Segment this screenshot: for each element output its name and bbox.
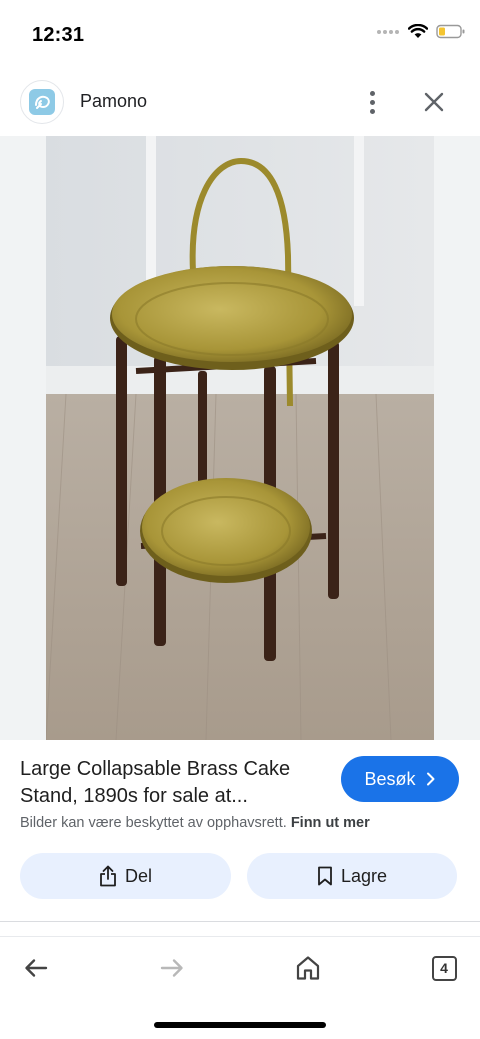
home-button[interactable] (292, 952, 324, 984)
product-image[interactable] (46, 136, 434, 740)
home-indicator (154, 1022, 326, 1028)
close-icon[interactable] (420, 88, 448, 116)
tabs-button[interactable]: 4 (428, 952, 460, 984)
back-button[interactable] (20, 952, 52, 984)
share-button[interactable]: Del (20, 853, 231, 899)
site-name[interactable]: Pamono (80, 91, 147, 112)
result-title[interactable]: Large Collapsable Brass Cake Stand, 1890… (20, 756, 325, 810)
home-icon (296, 956, 320, 980)
share-label: Del (124, 865, 152, 886)
divider (0, 936, 480, 937)
save-button[interactable]: Lagre (247, 853, 457, 899)
divider (0, 921, 480, 922)
forward-button[interactable] (156, 952, 188, 984)
pamono-logo-icon (29, 89, 55, 115)
bookmark-icon (318, 866, 332, 886)
visit-button[interactable]: Besøk (341, 756, 459, 802)
visit-button-label: Besøk (364, 768, 416, 789)
save-label: Lagre (340, 865, 388, 886)
status-icons (376, 24, 466, 39)
status-time: 12:31 (32, 24, 85, 46)
browser-nav-bar: 4 (0, 944, 480, 994)
copyright-text: Bilder kan være beskyttet av opphavsrett… (20, 815, 287, 831)
cellular-signal-icon (377, 29, 399, 34)
arrow-forward-icon (160, 959, 183, 977)
site-logo[interactable] (20, 80, 64, 124)
learn-more-link[interactable]: Finn ut mer (291, 815, 370, 831)
brass-cake-stand-photo (46, 136, 434, 740)
wifi-icon (408, 24, 428, 38)
battery-icon (436, 24, 465, 39)
share-icon (100, 865, 116, 887)
image-viewer[interactable] (0, 136, 480, 740)
more-vert-icon[interactable] (360, 88, 384, 116)
chevron-right-icon (426, 772, 434, 786)
copyright-notice: Bilder kan være beskyttet av opphavsrett… (20, 815, 370, 831)
source-header: Pamono (0, 78, 480, 128)
status-bar: 12:31 (0, 0, 480, 70)
arrow-back-icon (25, 959, 48, 977)
tab-count: 4 (431, 955, 457, 981)
